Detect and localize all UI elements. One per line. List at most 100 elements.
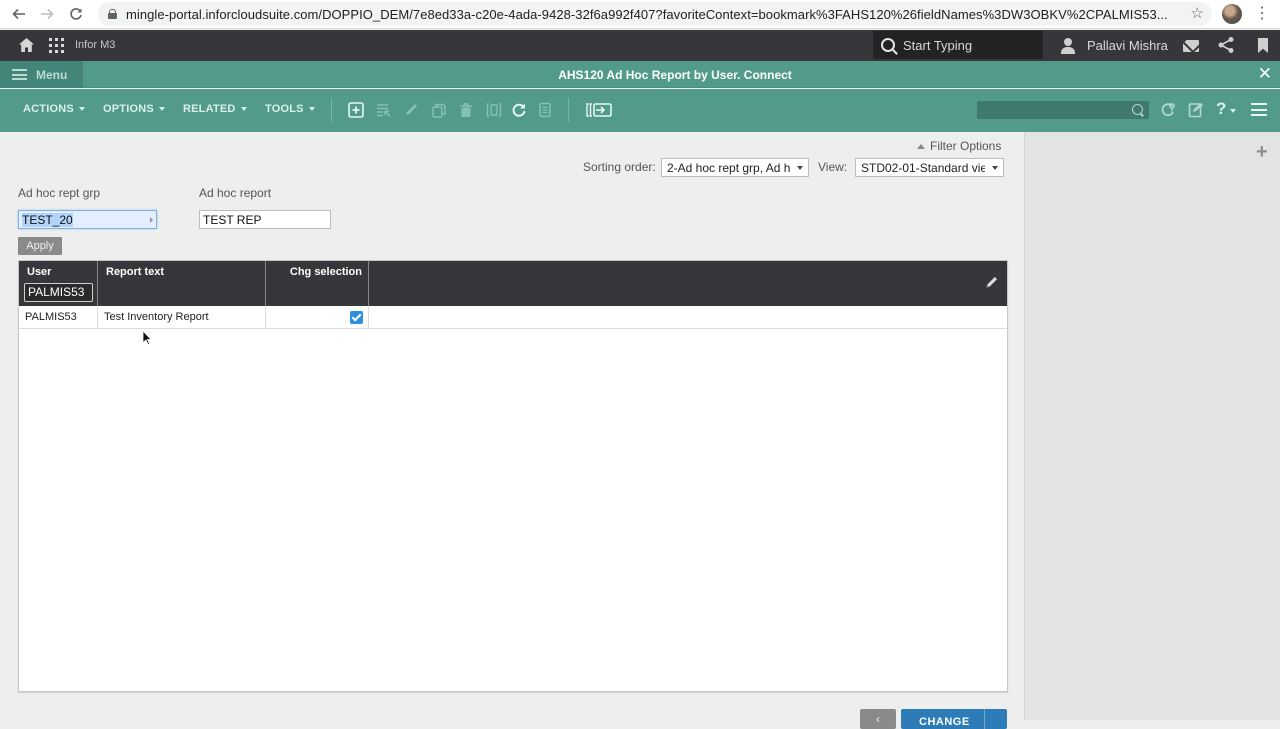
column-header-user[interactable]: User PALMIS53 — [19, 261, 98, 306]
search-options-icon[interactable] — [1161, 102, 1177, 118]
column-label: User — [27, 266, 52, 278]
filter-options-toggle[interactable]: Filter Options — [917, 139, 1001, 153]
caret-right-icon[interactable] — [150, 217, 153, 223]
main-panel: Filter Options Sorting order: 2-Ad hoc r… — [0, 132, 1024, 720]
program-toolbar: ACTIONS OPTIONS RELATED TOOLS ? — [0, 89, 1280, 132]
program-title: AHS120 Ad Hoc Report by User. Connect — [558, 68, 792, 82]
ad-hoc-report-label: Ad hoc report — [199, 186, 272, 200]
column-header-report-text[interactable]: Report text — [98, 261, 266, 306]
ad-hoc-rept-grp-field[interactable]: TEST_20 — [18, 210, 157, 229]
caret-up-icon — [917, 143, 925, 149]
profile-avatar[interactable] — [1222, 4, 1242, 24]
global-search-input[interactable]: Start Typing — [873, 31, 1043, 59]
apply-button[interactable]: Apply — [18, 237, 62, 255]
grid-header: User PALMIS53 Report text Chg selection — [19, 261, 1007, 306]
url-text: mingle-portal.inforcloudsuite.com/DOPPIO… — [126, 6, 1168, 22]
reload-icon — [70, 8, 82, 20]
options-menu[interactable]: OPTIONS — [103, 103, 165, 115]
caret-down-icon — [992, 166, 998, 170]
table-row[interactable]: PALMIS53 Test Inventory Report — [19, 306, 1007, 329]
arrow-right-icon — [41, 8, 54, 20]
tools-menu[interactable]: TOOLS — [265, 103, 315, 115]
bookmark-icon[interactable] — [1258, 38, 1268, 53]
chg-selection-checkbox[interactable] — [350, 311, 363, 324]
column-label: Chg selection — [289, 266, 362, 278]
cell-report-text: Test Inventory Report — [98, 306, 266, 329]
user-filter-input[interactable]: PALMIS53 — [24, 283, 93, 302]
caret-down-icon — [308, 107, 315, 111]
more-menu-icon[interactable] — [1251, 103, 1267, 116]
column-label: Report text — [106, 266, 165, 278]
address-bar[interactable]: mingle-portal.inforcloudsuite.com/DOPPIO… — [98, 2, 1212, 26]
tools-menu-label: TOOLS — [265, 103, 304, 115]
side-panel: + — [1024, 132, 1280, 720]
portal-header: Infor M3 Start Typing Pallavi Mishra — [0, 30, 1280, 61]
filter-options-label: Filter Options — [930, 139, 1002, 153]
arrow-left-icon — [12, 8, 25, 20]
mail-icon[interactable] — [1183, 40, 1199, 52]
menu-label: Menu — [36, 67, 68, 82]
display-icon[interactable] — [486, 102, 502, 118]
user-name[interactable]: Pallavi Mishra — [1087, 38, 1168, 53]
toolbar-search-input[interactable] — [977, 101, 1149, 119]
cell-chg-selection — [266, 306, 369, 329]
star-icon[interactable]: ☆ — [1191, 4, 1204, 22]
change-button-label: CHANGE — [919, 716, 970, 728]
ad-hoc-report-value: TEST REP — [203, 213, 262, 227]
copy-icon[interactable] — [431, 102, 447, 118]
clear-icon[interactable] — [537, 102, 553, 118]
create-icon[interactable] — [348, 102, 364, 118]
view-value: STD02-01-Standard vie — [861, 161, 985, 175]
panel-switch-icon[interactable] — [586, 102, 612, 118]
view-select[interactable]: STD02-01-Standard vie — [855, 158, 1004, 177]
ad-hoc-report-field[interactable]: TEST REP — [199, 210, 331, 229]
toolbar-divider — [331, 98, 332, 122]
ad-hoc-rept-grp-label: Ad hoc rept grp — [18, 186, 101, 200]
caret-down-icon — [158, 107, 165, 111]
caret-down-icon — [797, 166, 803, 170]
data-grid: User PALMIS53 Report text Chg selection … — [18, 260, 1008, 692]
mouse-cursor-icon — [142, 330, 152, 345]
forward-button[interactable] — [33, 0, 61, 28]
share-icon[interactable] — [1217, 36, 1235, 54]
previous-button[interactable]: ‹ — [860, 709, 896, 729]
back-button[interactable] — [5, 0, 33, 28]
actions-menu[interactable]: ACTIONS — [23, 103, 85, 115]
options-menu-label: OPTIONS — [103, 103, 154, 115]
actions-menu-label: ACTIONS — [23, 103, 74, 115]
related-menu[interactable]: RELATED — [183, 103, 247, 115]
search-placeholder: Start Typing — [903, 37, 973, 53]
refresh-icon[interactable] — [511, 102, 527, 118]
delete-icon[interactable] — [458, 102, 474, 118]
user-icon[interactable] — [1061, 38, 1075, 54]
reload-button[interactable] — [62, 0, 90, 28]
select-list-icon[interactable] — [376, 102, 392, 118]
hamburger-icon — [12, 69, 27, 80]
help-icon[interactable]: ? — [1216, 99, 1226, 119]
change-button[interactable]: CHANGE — [901, 709, 1007, 729]
view-label: View: — [818, 160, 848, 174]
edit-pencil-icon[interactable] — [985, 275, 999, 289]
toolbar-divider — [568, 98, 569, 122]
cell-user: PALMIS53 — [19, 306, 98, 329]
caret-down-icon — [240, 107, 247, 111]
related-menu-label: RELATED — [183, 103, 236, 115]
ad-hoc-rept-grp-value: TEST_20 — [22, 213, 73, 227]
add-icon[interactable]: + — [1256, 142, 1268, 162]
edit-icon[interactable] — [403, 102, 419, 118]
search-icon — [1132, 104, 1143, 115]
menu-button[interactable]: Menu — [0, 61, 83, 88]
caret-down-icon[interactable] — [1230, 109, 1236, 113]
search-icon — [881, 38, 895, 52]
close-icon[interactable]: ✕ — [1258, 65, 1272, 83]
sorting-order-select[interactable]: 2-Ad hoc rept grp, Ad h — [661, 158, 809, 177]
home-icon[interactable] — [18, 37, 35, 53]
notes-icon[interactable] — [1188, 102, 1204, 118]
column-header-chg-selection[interactable]: Chg selection — [266, 261, 369, 306]
app-grid-icon[interactable] — [49, 38, 64, 53]
vertical-ellipsis-icon[interactable]: ⋮ — [1254, 5, 1270, 23]
browser-toolbar: mingle-portal.inforcloudsuite.com/DOPPIO… — [0, 0, 1280, 29]
app-name: Infor M3 — [75, 39, 116, 51]
caret-down-icon — [78, 107, 85, 111]
split-divider — [984, 709, 985, 729]
